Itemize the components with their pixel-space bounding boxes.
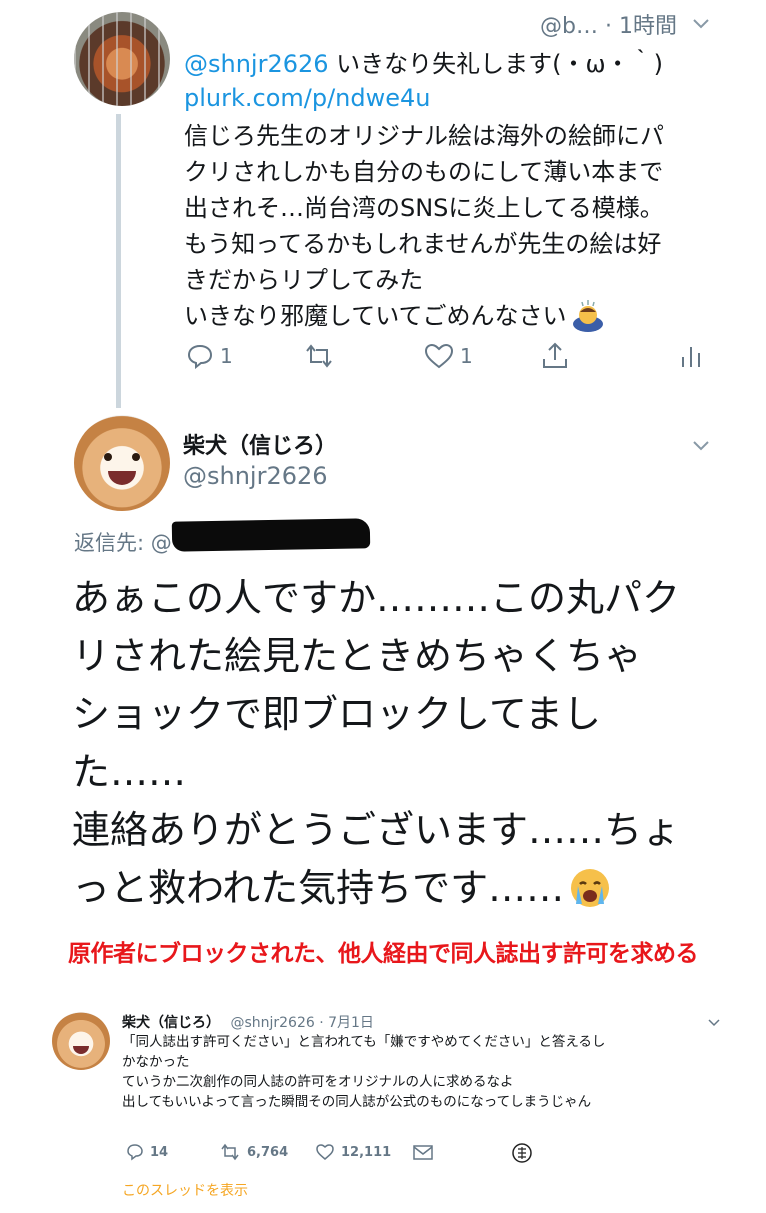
tweet-line: あぁこの人ですか………この丸パク bbox=[72, 576, 681, 620]
reply-count: 14 bbox=[150, 1144, 169, 1160]
tweet-line: ショックで即ブロックしてまし bbox=[72, 692, 601, 736]
tweet-line: 信じろ先生のオリジナル絵は海外の絵師にパ bbox=[184, 122, 664, 150]
like-count: 12,111 bbox=[341, 1144, 392, 1160]
tweet-line: クリされしかも自分のものにして薄い本まで bbox=[184, 158, 664, 186]
envelope-icon bbox=[412, 1143, 434, 1161]
heart-icon bbox=[315, 1143, 335, 1161]
author-name[interactable]: 柴犬（信じろ） bbox=[122, 1015, 220, 1031]
reply-button[interactable]: 14 bbox=[126, 1143, 168, 1161]
annotation-caption: 原作者にブロックされた、他人経由で同人誌出す許可を求める bbox=[68, 941, 699, 967]
thread-connector-line bbox=[116, 114, 121, 408]
tweet-body: 信じろ先生のオリジナル絵は海外の絵師にパ クリされしかも自分のものにして薄い本ま… bbox=[184, 118, 664, 334]
reply-to-text: 返信先: @ bbox=[74, 531, 172, 555]
redaction-scribble bbox=[171, 518, 371, 552]
tweet-body-large: あぁこの人ですか………この丸パク リされた絵見たときめちゃくちゃ ショックで即ブ… bbox=[72, 569, 680, 917]
show-thread-link[interactable]: このスレッドを表示 bbox=[122, 1180, 248, 1200]
author-handle[interactable]: @shnjr2626 bbox=[183, 462, 328, 490]
extension-badge-icon[interactable] bbox=[511, 1142, 533, 1164]
plurk-link[interactable]: plurk.com/p/ndwe4u bbox=[184, 84, 431, 112]
tweet-line: 「同人誌出す許可ください」と言われても「嫌ですやめてください」と答えるし bbox=[122, 1034, 606, 1050]
share-button[interactable] bbox=[540, 341, 570, 371]
tweet-line: た…… bbox=[72, 750, 187, 794]
reply-icon bbox=[126, 1143, 144, 1161]
avatar-shiba[interactable] bbox=[74, 415, 170, 511]
retweet-icon bbox=[219, 1143, 241, 1161]
tweet-line: もう知ってるかもしれませんが先生の絵は好 bbox=[184, 230, 662, 258]
analytics-icon bbox=[679, 343, 703, 369]
like-button[interactable]: 12,111 bbox=[315, 1143, 391, 1161]
heart-icon bbox=[424, 343, 454, 369]
tweet-first-line: @shnjr2626 いきなり失礼します(・ω・｀) bbox=[184, 44, 663, 79]
tweet-line: ていうか二次創作の同人誌の許可をオリジナルの人に求めるなよ bbox=[122, 1074, 514, 1090]
tweet-first-line-text: いきなり失礼します(・ω・｀) bbox=[328, 50, 663, 78]
author-name[interactable]: 柴犬（信じろ） bbox=[183, 428, 337, 460]
bowing-emoji-icon bbox=[571, 300, 605, 332]
tweet3-body: 「同人誌出す許可ください」と言われても「嫌ですやめてください」と答えるし かなか… bbox=[122, 1032, 605, 1112]
chevron-down-icon[interactable] bbox=[690, 434, 712, 456]
tweet-line: いきなり邪魔していてごめんなさい bbox=[184, 302, 567, 330]
avatar-red-panda[interactable] bbox=[74, 12, 170, 106]
retweet-icon bbox=[302, 343, 336, 369]
mention-link[interactable]: @shnjr2626 bbox=[184, 50, 329, 78]
avatar-shiba-small[interactable] bbox=[52, 1012, 110, 1070]
share-icon bbox=[540, 341, 570, 371]
reply-count: 1 bbox=[220, 344, 233, 368]
tweet-line: リされた絵見たときめちゃくちゃ bbox=[72, 634, 643, 678]
tweet-line: 出してもいいよって言った瞬間その同人誌が公式のものになってしまうじゃん bbox=[122, 1094, 592, 1110]
like-count: 1 bbox=[460, 344, 473, 368]
retweet-count: 6,764 bbox=[247, 1144, 289, 1160]
tweet-meta: @b… · 1時間 bbox=[540, 14, 677, 39]
reply-button[interactable]: 1 bbox=[186, 343, 233, 369]
chevron-down-icon[interactable] bbox=[690, 12, 712, 34]
tweet-line: かなかった bbox=[122, 1054, 190, 1070]
message-button[interactable] bbox=[412, 1143, 434, 1161]
tweet-line: 連絡ありがとうございます……ちょ bbox=[72, 808, 681, 852]
chevron-down-icon[interactable] bbox=[706, 1014, 722, 1030]
author-handle-date[interactable]: @shnjr2626 · 7月1日 bbox=[230, 1015, 373, 1031]
tweet-line: っと救われた気持ちです…… bbox=[72, 866, 565, 910]
tweet-line: 出されそ…尚台湾のSNSに炎上してる模様。 bbox=[184, 194, 664, 222]
retweet-button[interactable] bbox=[302, 343, 336, 369]
tweet-line: きだからリプしてみた bbox=[184, 266, 424, 294]
analytics-button[interactable] bbox=[679, 343, 703, 369]
like-button[interactable]: 1 bbox=[424, 343, 473, 369]
crying-face-emoji-icon bbox=[568, 866, 612, 910]
tweet3-header: 柴犬（信じろ） @shnjr2626 · 7月1日 bbox=[122, 1012, 374, 1032]
reply-icon bbox=[186, 343, 214, 369]
reply-to-label: 返信先: @ bbox=[74, 527, 172, 557]
retweet-button[interactable]: 6,764 bbox=[219, 1143, 288, 1161]
